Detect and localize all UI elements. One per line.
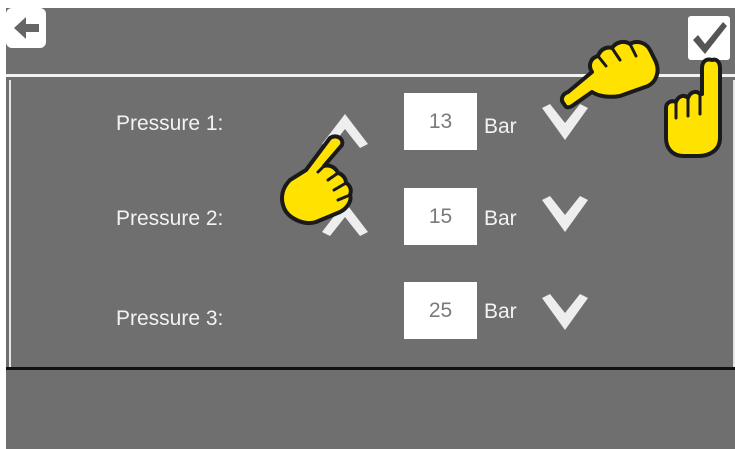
pressure-2-label: Pressure 2: [116, 207, 224, 230]
pressure-1-unit: Bar [484, 115, 517, 138]
back-button[interactable] [6, 8, 46, 48]
pressure-1-value[interactable]: 13 [404, 93, 477, 150]
pointing-hand-icon [664, 57, 722, 158]
pointing-hand-icon [559, 39, 660, 110]
pressure-3-unit: Bar [484, 300, 517, 323]
pointing-hand-icon [280, 134, 353, 225]
arrow-left-icon [14, 17, 39, 39]
pressure-3-value[interactable]: 25 [404, 282, 477, 339]
pressure-3-decrease-button[interactable] [538, 292, 592, 334]
pressure-2-decrease-button[interactable] [538, 194, 592, 236]
pressure-2-unit: Bar [484, 207, 517, 230]
pressure-3-label: Pressure 3: [116, 307, 224, 330]
pressure-2-value[interactable]: 15 [404, 188, 477, 245]
footer-area [6, 370, 735, 449]
pressure-1-label: Pressure 1: [116, 112, 224, 135]
